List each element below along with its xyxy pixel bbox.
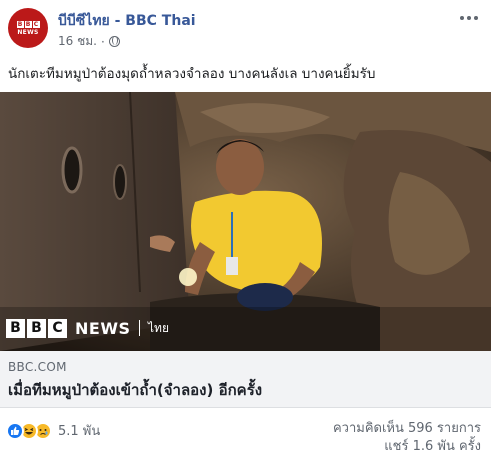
- cave-scene-image: [0, 92, 491, 351]
- bbc-blocks: B B C: [6, 318, 67, 338]
- link-domain: BBC.COM: [8, 360, 67, 374]
- engagement-counts: ความคิดเห็น 596 รายการ แชร์ 1.6 พัน ครั้…: [333, 420, 481, 456]
- globe-icon[interactable]: [108, 36, 120, 47]
- logo-language: ไทย: [148, 320, 169, 335]
- link-preview[interactable]: BBC.COM เมื่อทีมหมูป่าต้องเข้าถ้ำ(จำลอง)…: [0, 351, 491, 408]
- comments-count[interactable]: ความคิดเห็น 596 รายการ: [333, 420, 481, 438]
- page-avatar[interactable]: B B C NEWS: [8, 8, 48, 48]
- bbc-news-logo: B B C NEWS ไทย: [6, 316, 169, 340]
- post-timestamp[interactable]: 16 ชม.: [58, 32, 97, 51]
- post-meta: 16 ชม. ·: [58, 32, 120, 51]
- post-footer: 5.1 พัน ความคิดเห็น 596 รายการ แชร์ 1.6 …: [0, 408, 491, 467]
- meta-separator: ·: [100, 34, 105, 49]
- avatar-news-text: NEWS: [17, 28, 39, 36]
- post-photo[interactable]: B B C NEWS ไทย: [0, 92, 491, 351]
- post-header: B B C NEWS บีบีซีไทย - BBC Thai 16 ชม. ·: [8, 8, 483, 52]
- like-icon: [6, 421, 24, 440]
- page-name-link[interactable]: บีบีซีไทย - BBC Thai: [58, 10, 196, 32]
- more-options-icon[interactable]: [459, 12, 479, 24]
- bbc-news-text: NEWS: [75, 318, 131, 338]
- shares-count[interactable]: แชร์ 1.6 พัน ครั้ง: [333, 438, 481, 456]
- post-text: นักเตะทีมหมูป่าต้องมุดถ้ำหลวงจำลอง บางคน…: [8, 66, 376, 82]
- reaction-count[interactable]: 5.1 พัน: [58, 420, 100, 441]
- logo-divider: [138, 320, 140, 336]
- link-title[interactable]: เมื่อทีมหมูป่าต้องเข้าถ้ำ(จำลอง) อีกครั้…: [8, 378, 262, 402]
- reactions-summary[interactable]: 5.1 พัน: [6, 420, 100, 441]
- avatar-bbc-logo: B B C: [16, 20, 40, 28]
- facebook-post: B B C NEWS บีบีซีไทย - BBC Thai 16 ชม. ·…: [0, 0, 491, 467]
